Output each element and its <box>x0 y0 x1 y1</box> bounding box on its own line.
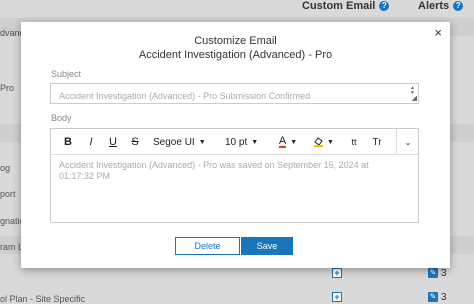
chevron-down-icon: ▼ <box>198 138 206 146</box>
help-icon[interactable]: ? <box>379 1 390 11</box>
strikethrough-button[interactable]: S <box>128 129 142 155</box>
save-button[interactable]: Save <box>241 237 293 255</box>
body-label: Body <box>51 113 72 123</box>
subject-input[interactable]: Accident Investigation (Advanced) - Pro … <box>50 83 419 104</box>
more-options-chevron-icon[interactable]: ⌄ <box>401 129 415 155</box>
subject-label: Subject <box>51 69 82 79</box>
row-label: port <box>0 189 16 199</box>
customize-email-modal: × Customize Email Accident Investigation… <box>21 22 450 268</box>
edit-alerts-icon[interactable]: ✎ <box>428 268 438 278</box>
font-size-select[interactable]: 10 pt ▼ <box>225 129 273 155</box>
edit-alerts-icon[interactable]: ✎ <box>428 292 438 302</box>
subject-placeholder: Accident Investigation (Advanced) - Pro … <box>59 91 311 101</box>
body-editor[interactable]: B I U S Segoe UI ▼ 10 pt ▼ A ▼ ▼ tt Tr ⌄… <box>50 128 419 223</box>
font-color-icon: A <box>278 135 287 148</box>
row-label: Pro <box>0 83 15 93</box>
editor-toolbar: B I U S Segoe UI ▼ 10 pt ▼ A ▼ ▼ tt Tr ⌄ <box>51 129 418 155</box>
custom-email-column-header: Custom Email ? <box>302 0 390 12</box>
font-family-select[interactable]: Segoe UI ▼ <box>153 129 213 155</box>
font-color-button[interactable]: A ▼ <box>275 129 301 155</box>
font-family-value: Segoe UI <box>153 136 195 148</box>
add-email-button[interactable]: + <box>332 268 342 278</box>
custom-email-column-label: Custom Email <box>302 0 376 12</box>
row-label: og <box>0 163 11 173</box>
toolbar-divider <box>396 129 397 155</box>
highlight-icon <box>314 137 324 147</box>
underline-button[interactable]: U <box>106 129 120 155</box>
resize-handle-icon[interactable]: ◢ <box>412 95 417 102</box>
row-label: ram L <box>0 242 24 252</box>
italic-button[interactable]: I <box>84 129 98 155</box>
text-case-button[interactable]: Tr <box>369 129 385 155</box>
delete-button[interactable]: Delete <box>175 237 240 255</box>
modal-subtitle: Accident Investigation (Advanced) - Pro <box>138 49 333 61</box>
chevron-down-icon: ▼ <box>327 138 334 146</box>
superscript-button[interactable]: tt <box>347 129 361 155</box>
alerts-column-header: Alerts ? <box>418 0 464 12</box>
chevron-down-icon: ▼ <box>290 138 298 146</box>
help-icon[interactable]: ? <box>453 1 464 11</box>
chevron-down-icon: ▼ <box>251 138 259 146</box>
bold-button[interactable]: B <box>61 129 75 155</box>
add-email-button[interactable]: + <box>332 292 342 302</box>
alerts-column-label: Alerts <box>418 0 450 12</box>
body-placeholder: Accident Investigation (Advanced) - Pro … <box>59 160 369 181</box>
alert-count: 3 <box>441 268 447 279</box>
row-label: ol Plan - Site Specific <box>0 294 86 304</box>
highlight-color-button[interactable]: ▼ <box>310 129 338 155</box>
modal-title: Customize Email <box>194 35 277 47</box>
background-table-header: Custom Email ? Alerts ? <box>0 0 474 14</box>
alert-count: 3 <box>441 292 447 303</box>
font-size-value: 10 pt <box>225 136 248 148</box>
